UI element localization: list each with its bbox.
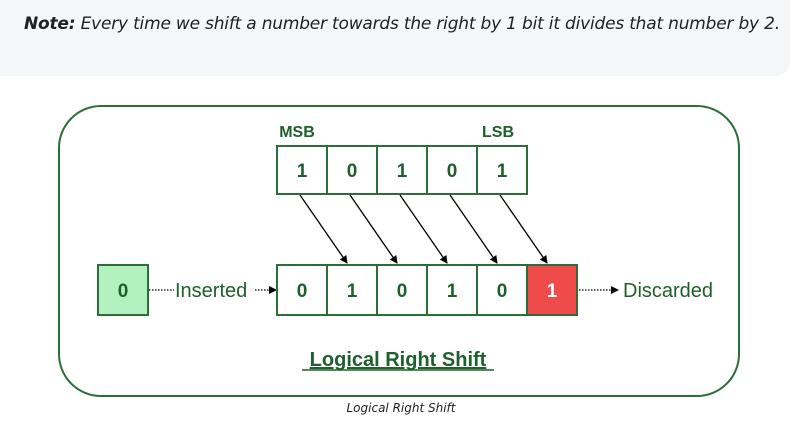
discarded-bit: 1 <box>547 281 558 302</box>
original-bit: 1 <box>297 161 308 182</box>
original-bits: 1 0 1 0 1 <box>276 145 528 195</box>
shifted-bit: 1 <box>447 281 458 302</box>
shifted-bit: 0 <box>397 281 408 302</box>
lsb-label: LSB <box>482 124 514 141</box>
inserted-bit: 0 <box>118 281 129 302</box>
shifted-bit: 1 <box>347 281 358 302</box>
shift-diagram: MSB LSB 1 0 1 0 1 0 Inserted 0 1 0 1 0 1… <box>58 105 740 397</box>
original-bit: 1 <box>397 161 408 182</box>
msb-label: MSB <box>279 124 315 141</box>
original-bit: 1 <box>497 161 508 182</box>
inserted-label: Inserted <box>175 280 247 302</box>
original-bit: 0 <box>347 161 358 182</box>
shifted-bit: 0 <box>497 281 508 302</box>
shifted-bit: 0 <box>297 281 308 302</box>
figure-caption: Logical Right Shift <box>346 401 456 415</box>
original-bit: 0 <box>447 161 458 182</box>
discarded-label: Discarded <box>623 280 713 302</box>
shifted-bits: 0 1 0 1 0 1 <box>276 264 578 316</box>
diagram-title: Logical Right Shift <box>310 349 487 371</box>
